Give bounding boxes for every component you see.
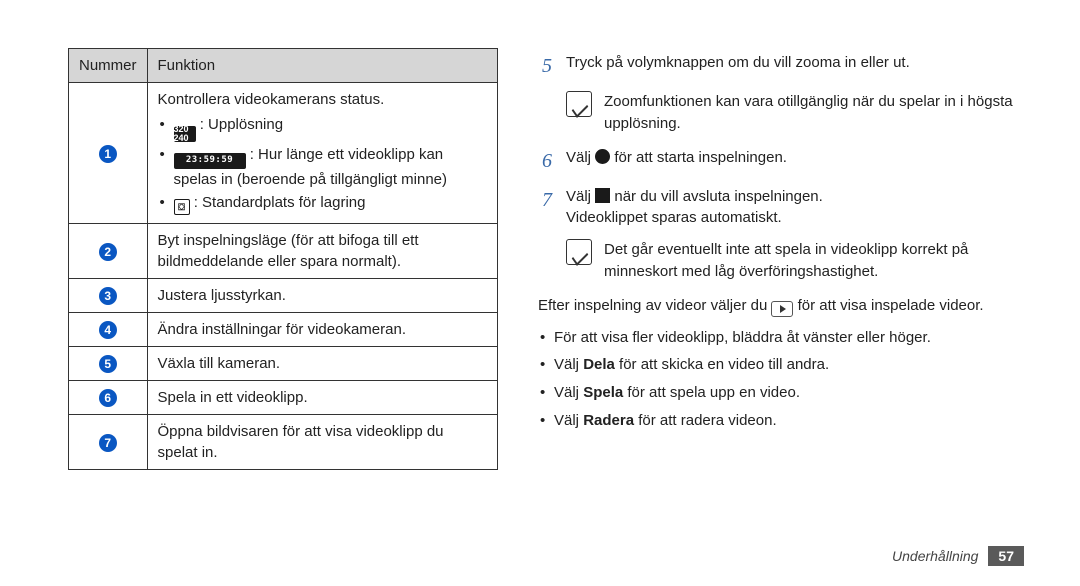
step-number: 7	[538, 186, 556, 230]
storage-icon: ⛋	[174, 199, 190, 215]
row-title: Kontrollera videokamerans status.	[158, 89, 487, 110]
resolution-icon: 320 240	[174, 126, 196, 142]
note-icon	[566, 239, 592, 265]
col-header-number: Nummer	[69, 49, 148, 83]
stop-icon	[595, 188, 610, 203]
number-function-table: Nummer Funktion 1 Kontrollera videokamer…	[68, 48, 498, 470]
row-text: Öppna bildvisaren för att visa videoklip…	[147, 415, 497, 470]
play-icon	[771, 301, 793, 317]
duration-icon: 23:59:59	[174, 153, 246, 169]
page-footer: Underhållning 57	[892, 546, 1024, 566]
right-column: 5 Tryck på volymknappen om du vill zooma…	[538, 48, 1024, 586]
row-number-badge: 5	[99, 355, 117, 373]
table-row: 3 Justera ljusstyrkan.	[69, 279, 498, 313]
row-sublist: 320 240 : Upplösning 23:59:59 : Hur läng…	[158, 114, 487, 215]
row-text: Byt inspelningsläge (för att bifoga till…	[147, 224, 497, 279]
note-box: Det går eventuellt inte att spela in vid…	[566, 239, 1014, 283]
list-item: För att visa fler videoklipp, bläddra åt…	[538, 327, 1014, 349]
row-text: Växla till kameran.	[147, 347, 497, 381]
row-number-badge: 1	[99, 145, 117, 163]
note-box: Zoomfunktionen kan vara otillgänglig när…	[566, 91, 1014, 135]
row-text: Ändra inställningar för videokameran.	[147, 313, 497, 347]
step-text: Tryck på volymknappen om du vill zooma i…	[566, 52, 1014, 81]
table-row: 4 Ändra inställningar för videokameran.	[69, 313, 498, 347]
note-text: Zoomfunktionen kan vara otillgänglig när…	[604, 91, 1014, 135]
col-header-function: Funktion	[147, 49, 497, 83]
step-text: Välj när du vill avsluta inspelningen. V…	[566, 186, 1014, 230]
note-icon	[566, 91, 592, 117]
footer-page-number: 57	[988, 546, 1024, 566]
list-item: Välj Dela för att skicka en video till a…	[538, 354, 1014, 376]
paragraph: Efter inspelning av videor väljer du för…	[538, 295, 1014, 317]
step-text: Välj för att starta inspelningen.	[566, 147, 1014, 176]
step-number: 6	[538, 147, 556, 176]
step-6: 6 Välj för att starta inspelningen.	[538, 147, 1014, 176]
footer-section: Underhållning	[892, 548, 978, 564]
table-row: 5 Växla till kameran.	[69, 347, 498, 381]
list-item: Välj Spela för att spela upp en video.	[538, 382, 1014, 404]
note-text: Det går eventuellt inte att spela in vid…	[604, 239, 1014, 283]
row-subtext: : Standardplats för lagring	[194, 194, 366, 211]
row-number-badge: 2	[99, 243, 117, 261]
table-row: 2 Byt inspelningsläge (för att bifoga ti…	[69, 224, 498, 279]
row-number-badge: 4	[99, 321, 117, 339]
row-number-badge: 6	[99, 389, 117, 407]
table-row: 1 Kontrollera videokamerans status. 320 …	[69, 83, 498, 224]
row-text: Spela in ett videoklipp.	[147, 381, 497, 415]
row-number-badge: 7	[99, 434, 117, 452]
table-row: 6 Spela in ett videoklipp.	[69, 381, 498, 415]
list-item: Välj Radera för att radera videon.	[538, 410, 1014, 432]
step-5: 5 Tryck på volymknappen om du vill zooma…	[538, 52, 1014, 81]
table-row: 7 Öppna bildvisaren för att visa videokl…	[69, 415, 498, 470]
step-number: 5	[538, 52, 556, 81]
row-number-badge: 3	[99, 287, 117, 305]
row-text: Justera ljusstyrkan.	[147, 279, 497, 313]
tips-list: För att visa fler videoklipp, bläddra åt…	[538, 327, 1014, 432]
record-icon	[595, 149, 610, 164]
left-column: Nummer Funktion 1 Kontrollera videokamer…	[68, 48, 498, 586]
row-subtext: : Upplösning	[200, 116, 283, 133]
step-7: 7 Välj när du vill avsluta inspelningen.…	[538, 186, 1014, 230]
page: Nummer Funktion 1 Kontrollera videokamer…	[0, 0, 1080, 586]
